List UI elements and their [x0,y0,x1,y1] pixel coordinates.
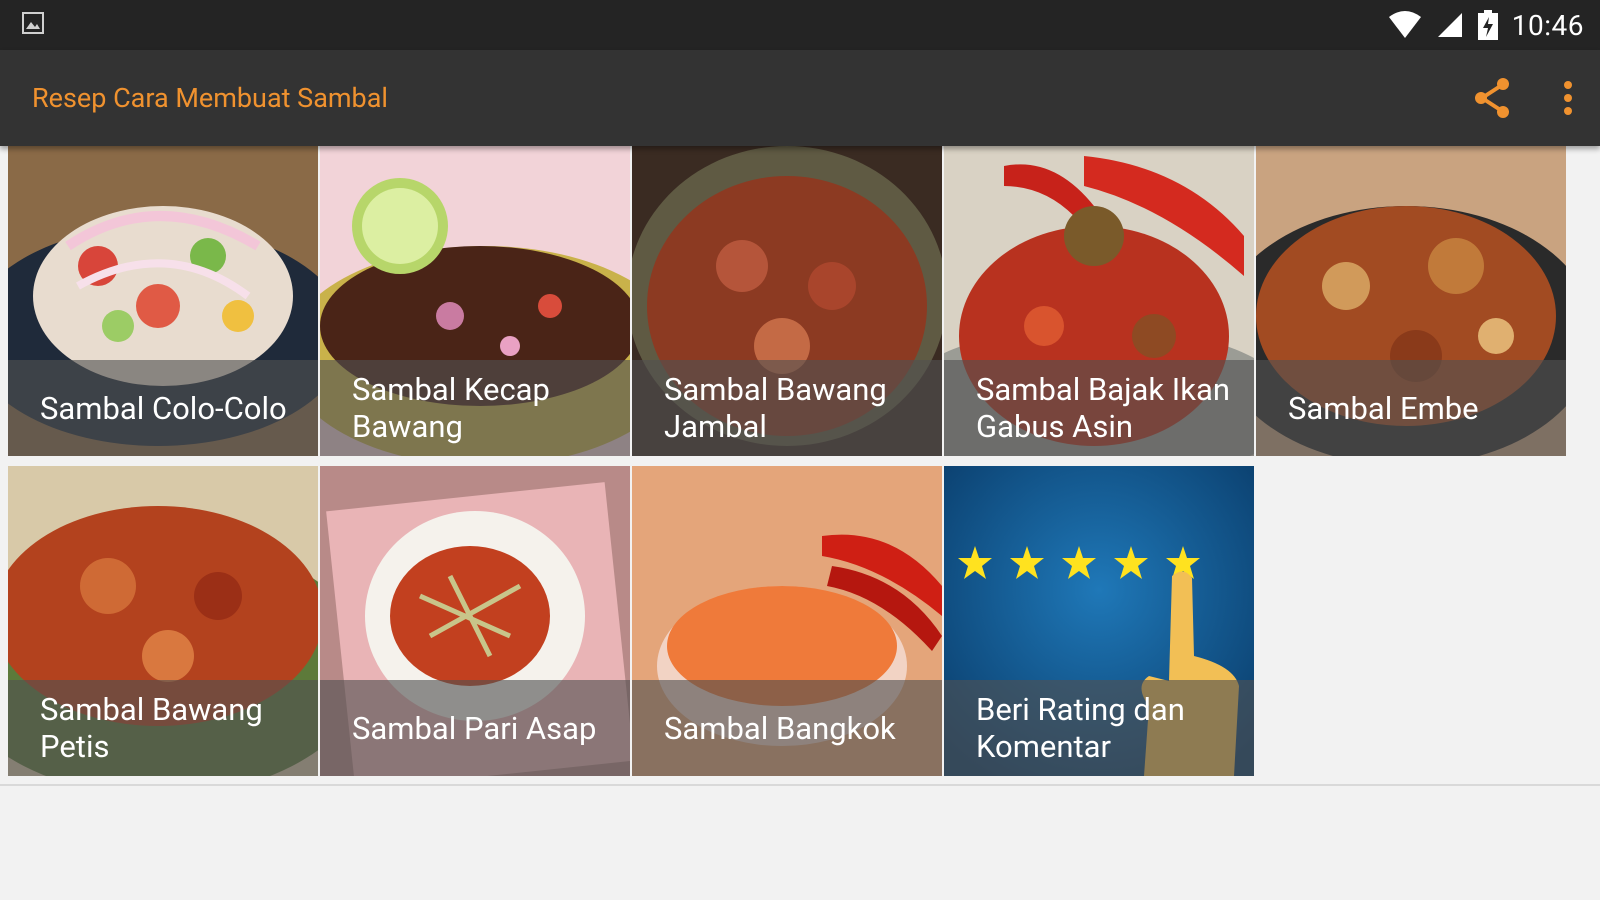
wifi-icon [1388,11,1421,38]
recipe-tile-bangkok[interactable]: Sambal Bangkok [632,466,942,776]
recipe-caption: Sambal Bawang Jambal [632,360,942,456]
recipe-caption: Beri Rating dan Komentar [944,680,1254,776]
rate-app-tile[interactable]: Beri Rating dan Komentar [944,466,1254,776]
recipe-grid: Sambal Colo-Colo Sambal Kecap Bawang Sam… [0,146,1600,786]
recipe-label: Sambal Bangkok [664,709,896,747]
recipe-tile-bawang-jambal[interactable]: Sambal Bawang Jambal [632,146,942,456]
recipe-caption: Sambal Pari Asap [320,680,630,776]
recipe-tile-kecap-bawang[interactable]: Sambal Kecap Bawang [320,146,630,456]
rating-label: Beri Rating dan Komentar [976,691,1185,765]
recipe-caption: Sambal Bajak Ikan Gabus Asin [944,360,1254,456]
recipe-label: Sambal Embe [1288,389,1479,427]
status-time: 10:46 [1511,8,1584,42]
cell-signal-icon [1437,13,1462,37]
recipe-caption: Sambal Bawang Petis [8,680,318,776]
status-icons: 10:46 [1388,0,1584,50]
recipe-label: Sambal Pari Asap [352,709,597,747]
page-title: Resep Cara Membuat Sambal [32,82,388,114]
recipe-tile-colo-colo[interactable]: Sambal Colo-Colo [8,146,318,456]
share-icon[interactable] [1472,77,1512,119]
recipe-tile-pari-asap[interactable]: Sambal Pari Asap [320,466,630,776]
recipe-tile-embe[interactable]: Sambal Embe [1256,146,1566,456]
overflow-menu-icon[interactable] [1562,80,1574,116]
app-bar: Resep Cara Membuat Sambal [0,50,1600,146]
recipe-caption: Sambal Kecap Bawang [320,360,630,456]
recipe-tile-bawang-petis[interactable]: Sambal Bawang Petis [8,466,318,776]
recipe-label: Sambal Bawang Petis [40,691,263,765]
recipe-label: Sambal Colo-Colo [40,389,287,427]
toolbar-actions [1472,50,1574,146]
recipe-tile-bajak-ikan-gabus-asin[interactable]: Sambal Bajak Ikan Gabus Asin [944,146,1254,456]
recipe-label: Sambal Bawang Jambal [664,371,887,445]
recipe-caption: Sambal Embe [1256,360,1566,456]
recipe-label: Sambal Bajak Ikan Gabus Asin [976,371,1230,445]
recipe-label: Sambal Kecap Bawang [352,371,550,445]
recipe-caption: Sambal Colo-Colo [8,360,318,456]
recipe-caption: Sambal Bangkok [632,680,942,776]
picture-icon [22,12,44,34]
battery-charging-icon [1477,10,1498,40]
status-bar: 10:46 [0,0,1600,50]
